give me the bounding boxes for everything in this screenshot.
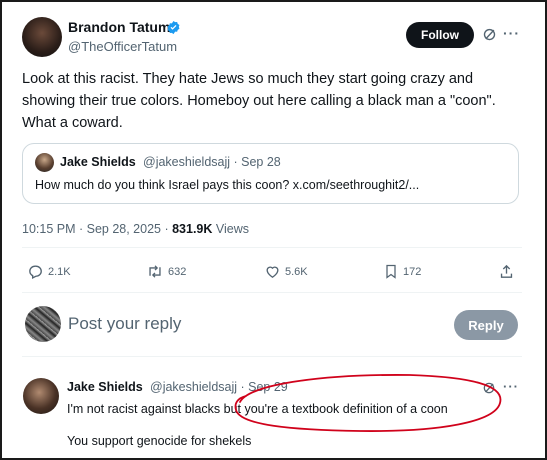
quoted-post-card[interactable] (22, 143, 519, 204)
verified-badge-icon (166, 20, 181, 35)
bookmarks-count: 172 (403, 265, 422, 278)
grok-icon[interactable] (482, 27, 497, 42)
reply-text-line2: You support genocide for shekels (67, 434, 252, 448)
views-count: 831.9K (172, 222, 213, 236)
post-text: Look at this racist. They hate Jews so m… (22, 71, 496, 131)
reply-button[interactable]: Reply (454, 310, 518, 340)
reposts-count: 632 (168, 265, 187, 278)
reply-author-avatar[interactable] (23, 378, 59, 414)
quoted-author-avatar (35, 153, 54, 172)
reply-text-part2: but you're a textbook definition of a co… (223, 402, 448, 416)
reply-text-line1: I'm not racist against blacks but you're… (67, 402, 448, 416)
views-label: Views (212, 222, 249, 236)
reply-more-options-icon[interactable]: ··· (503, 379, 519, 394)
heart-icon (264, 263, 281, 280)
post-metadata: 10:15 PM · Sep 28, 2025 · 831.9K Views (22, 222, 249, 236)
reply-grok-icon[interactable] (482, 381, 496, 395)
reply-text-part1: I'm not racist against blacks (67, 402, 224, 416)
divider-middle (22, 292, 522, 293)
replies-count: 2.1K (48, 265, 71, 278)
reply-author-handle[interactable]: @jakeshieldsajj · Sep 29 (150, 380, 288, 394)
bookmark-action[interactable]: 172 (383, 263, 421, 280)
likes-count: 5.6K (285, 265, 308, 278)
divider-top (22, 247, 522, 248)
repost-icon (146, 263, 164, 280)
bookmark-icon (383, 263, 399, 280)
reply-input[interactable]: Post your reply (68, 314, 438, 334)
quoted-author-handle: @jakeshieldsajj · Sep 28 (143, 155, 281, 169)
quoted-author-name: Jake Shields (60, 155, 136, 169)
post-timestamp[interactable]: 10:15 PM · Sep 28, 2025 · (22, 222, 172, 236)
author-name[interactable]: Brandon Tatum (68, 19, 170, 35)
reply-action[interactable]: 2.1K (27, 263, 71, 280)
current-user-avatar[interactable] (25, 306, 61, 342)
reply-author-name[interactable]: Jake Shields (67, 380, 143, 394)
author-handle[interactable]: @TheOfficerTatum (68, 39, 177, 54)
repost-action[interactable]: 632 (146, 263, 186, 280)
divider-bottom (22, 356, 522, 357)
follow-button[interactable]: Follow (406, 22, 474, 48)
like-action[interactable]: 5.6K (264, 263, 308, 280)
reply-icon (27, 263, 44, 280)
quoted-post-text: How much do you think Israel pays this c… (35, 178, 420, 192)
author-avatar[interactable] (22, 17, 62, 57)
share-icon[interactable] (498, 263, 515, 280)
more-options-icon[interactable]: ··· (503, 25, 520, 41)
